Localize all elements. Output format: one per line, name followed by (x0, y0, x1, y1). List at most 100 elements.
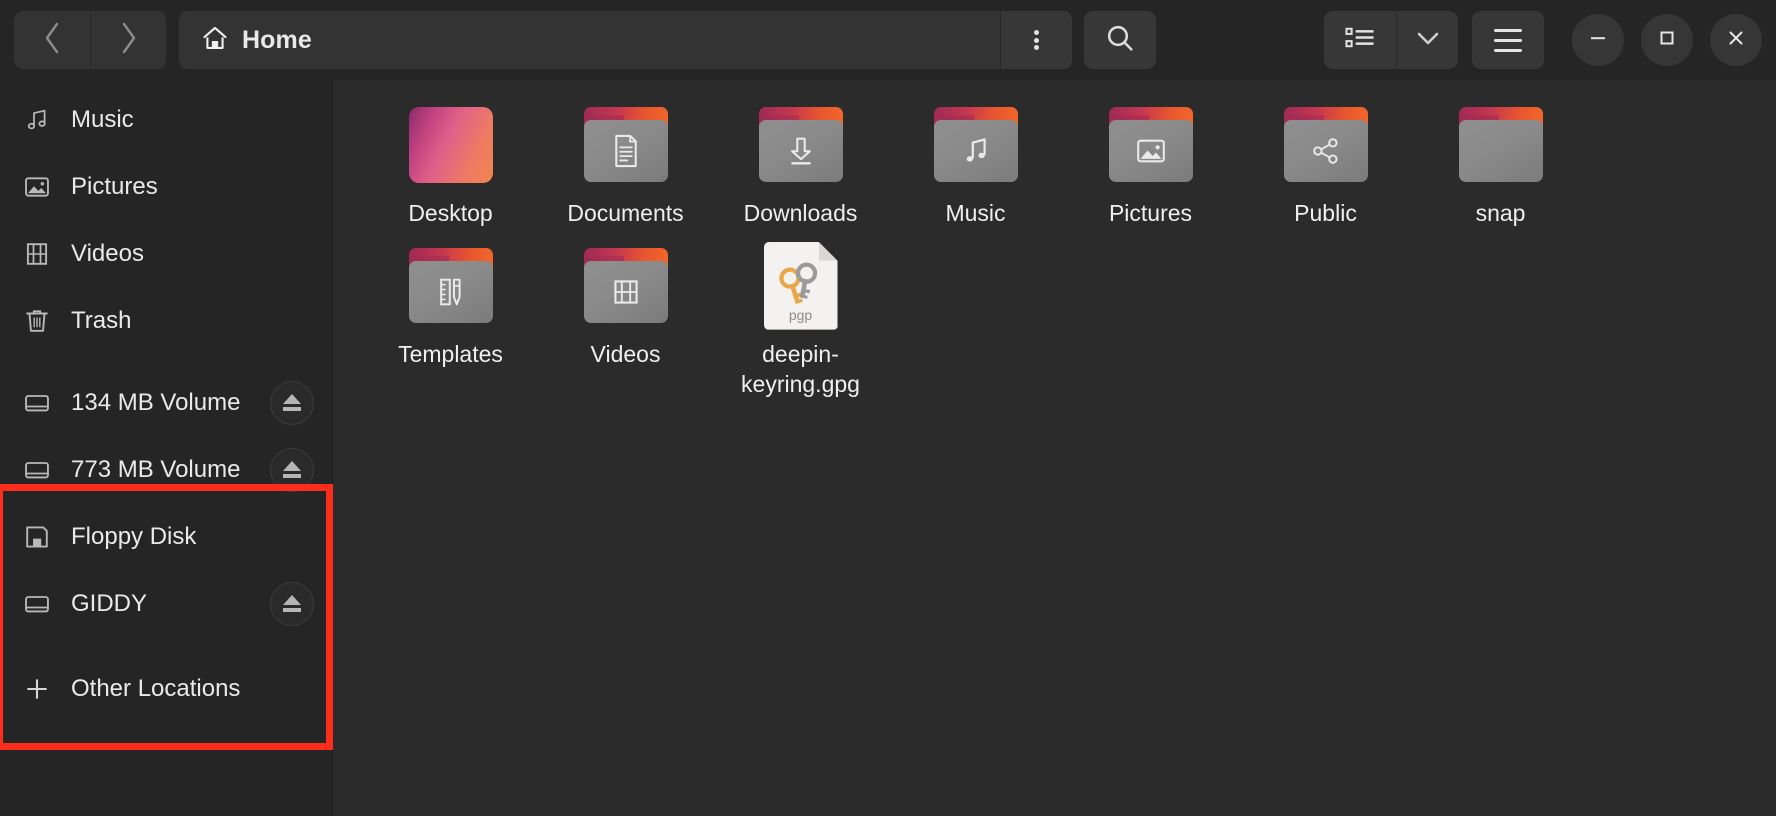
file-item-desktop[interactable]: Desktop (363, 94, 538, 235)
chevron-left-icon (41, 21, 63, 60)
icon-wrap (1278, 102, 1374, 188)
sidebar-item-videos[interactable]: Videos (0, 220, 332, 287)
keys-icon (775, 258, 827, 313)
file-item-public[interactable]: Public (1238, 94, 1413, 235)
file-grid: Desktop Documents Downloads Music Pictur… (363, 94, 1752, 406)
plus-icon (22, 674, 52, 704)
gpg-file-icon: pgp (763, 241, 838, 330)
eject-icon (283, 461, 301, 478)
window-body: Music Pictures Videos Trash 134 MB Volum… (0, 80, 1776, 816)
icon-wrap (403, 243, 499, 329)
kebab-menu-icon (1034, 28, 1039, 53)
sidebar-item-other-locations[interactable]: Other Locations (0, 655, 332, 722)
eject-icon (283, 595, 301, 612)
eject-button[interactable] (270, 581, 314, 626)
search-icon (1104, 22, 1136, 59)
close-icon (1724, 26, 1748, 55)
icon-wrap (1103, 102, 1199, 188)
music-note-icon (22, 105, 52, 135)
breadcrumb-home[interactable]: Home (179, 11, 334, 69)
folder-icon (582, 247, 670, 324)
forward-button[interactable] (90, 11, 166, 69)
maximize-icon (1655, 26, 1679, 55)
chevron-right-icon (118, 21, 140, 60)
file-item-documents[interactable]: Documents (538, 94, 713, 235)
music-note-icon (961, 135, 991, 167)
view-options-button[interactable] (1396, 11, 1458, 69)
sidebar-item-label: Trash (71, 306, 132, 334)
sidebar-item-volume-773mb[interactable]: 773 MB Volume (0, 436, 332, 503)
list-view-icon (1344, 24, 1376, 57)
file-label: Pictures (1108, 200, 1193, 226)
file-type-badge: pgp (788, 306, 813, 323)
close-button[interactable] (1710, 14, 1762, 66)
minimize-icon (1586, 26, 1610, 55)
breadcrumb-label: Home (242, 25, 312, 54)
navigation-button-group (14, 11, 166, 69)
eject-icon (283, 394, 301, 411)
icon-wrap (403, 102, 499, 188)
sidebar-item-giddy[interactable]: GIDDY (0, 570, 332, 637)
sidebar-item-pictures[interactable]: Pictures (0, 153, 332, 220)
file-item-templates[interactable]: Templates (363, 235, 538, 406)
file-label: Desktop (408, 200, 493, 226)
minimize-button[interactable] (1572, 14, 1624, 66)
icon-wrap (578, 102, 674, 188)
sidebar-item-label: Floppy Disk (71, 522, 197, 550)
sidebar-item-label: Other Locations (71, 674, 241, 702)
drive-icon (22, 589, 52, 619)
view-mode-group (1324, 11, 1458, 69)
floppy-icon (22, 522, 52, 552)
eject-button[interactable] (270, 380, 314, 425)
icon-wrap (578, 243, 674, 329)
icon-wrap (753, 102, 849, 188)
film-icon (22, 239, 52, 269)
file-manager-window: Home Music Pictures Videos Trash 134 MB … (0, 0, 1776, 816)
file-item-pictures[interactable]: Pictures (1063, 94, 1238, 235)
home-icon (201, 24, 229, 57)
file-label: Public (1294, 200, 1357, 226)
sidebar-item-floppy-disk[interactable]: Floppy Disk (0, 503, 332, 570)
sidebar: Music Pictures Videos Trash 134 MB Volum… (0, 80, 333, 816)
sidebar-item-trash[interactable]: Trash (0, 287, 332, 354)
main-menu-button[interactable] (1472, 11, 1544, 69)
file-label: Downloads (743, 200, 858, 226)
sidebar-volumes-group: 134 MB Volume 773 MB Volume Floppy Disk … (0, 369, 332, 637)
file-item-snap[interactable]: snap (1413, 94, 1588, 235)
file-label: Music (945, 200, 1006, 226)
sidebar-item-label: Music (71, 105, 134, 133)
sidebar-item-music[interactable]: Music (0, 86, 332, 153)
icon-wrap (928, 102, 1024, 188)
folder-icon (1282, 107, 1370, 183)
file-label: Documents (567, 200, 684, 226)
sidebar-item-label: 134 MB Volume (71, 388, 241, 416)
chevron-down-icon (1414, 28, 1442, 53)
sidebar-item-volume-134mb[interactable]: 134 MB Volume (0, 369, 332, 436)
folder-icon (407, 247, 495, 324)
document-icon (611, 134, 641, 168)
file-item-deepin-keyring-gpg[interactable]: pgp deepin-keyring.gpg (713, 235, 888, 406)
maximize-button[interactable] (1641, 14, 1693, 66)
path-bar: Home (179, 11, 1072, 69)
sidebar-item-label: Videos (71, 239, 144, 267)
sidebar-item-label: Pictures (71, 172, 158, 200)
list-view-button[interactable] (1324, 11, 1396, 69)
file-label: Videos (590, 340, 661, 367)
file-item-downloads[interactable]: Downloads (713, 94, 888, 235)
file-label: snap (1475, 200, 1526, 226)
back-button[interactable] (14, 11, 90, 69)
film-icon (610, 277, 642, 307)
search-button[interactable] (1084, 11, 1156, 69)
trash-icon (22, 306, 52, 336)
window-controls (1572, 14, 1762, 66)
file-grid-area: Desktop Documents Downloads Music Pictur… (333, 80, 1776, 816)
eject-button[interactable] (270, 447, 314, 492)
header-bar: Home (0, 0, 1776, 80)
sidebar-item-label: GIDDY (71, 589, 148, 617)
image-icon (22, 172, 52, 202)
download-arrow-icon (786, 135, 816, 167)
path-options-button[interactable] (1000, 11, 1072, 69)
file-item-videos[interactable]: Videos (538, 235, 713, 406)
file-item-music[interactable]: Music (888, 94, 1063, 235)
template-icon (436, 276, 466, 308)
